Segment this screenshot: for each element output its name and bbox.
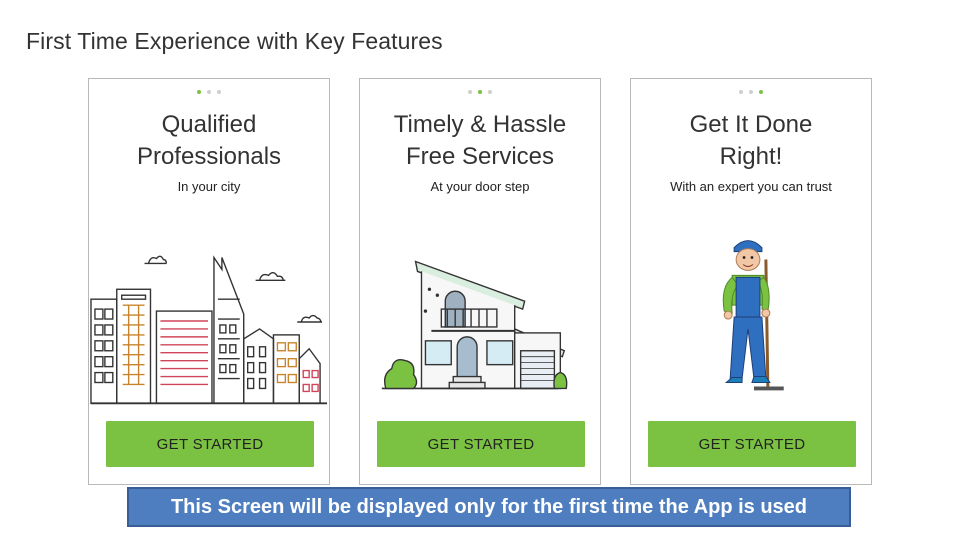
house-illustration [381, 260, 568, 390]
pager-dot[interactable] [468, 90, 472, 94]
pager-dot[interactable] [478, 90, 482, 94]
card-subtitle: In your city [177, 179, 241, 194]
card-title: Qualified Professionals [89, 109, 329, 173]
card-title-line: Right! [719, 143, 783, 170]
feature-card-3: Get It Done Right! With an expert you ca… [630, 78, 872, 485]
pager-dot[interactable] [217, 90, 221, 94]
card-title: Get It Done Right! [631, 109, 871, 173]
pager-dot[interactable] [207, 90, 211, 94]
pager-dot[interactable] [488, 90, 492, 94]
first-time-notice-banner: This Screen will be displayed only for t… [127, 487, 851, 527]
page-title: First Time Experience with Key Features [26, 28, 443, 54]
pager-dot[interactable] [749, 90, 753, 94]
card-title-line: Get It Done [689, 111, 813, 138]
card-title-line: Professionals [136, 143, 282, 170]
pager-dots [360, 90, 600, 94]
card-title: Timely & Hassle Free Services [360, 109, 600, 173]
card-subtitle: With an expert you can trust [670, 179, 832, 194]
get-started-button[interactable]: GET STARTED [648, 421, 856, 467]
pager-dot[interactable] [739, 90, 743, 94]
feature-card-2: Timely & Hassle Free Services At your do… [359, 78, 601, 485]
pager-dot[interactable] [197, 90, 201, 94]
card-title-line: Timely & Hassle [393, 111, 567, 138]
feature-card-1: Qualified Professionals In your city GET… [88, 78, 330, 485]
pager-dots [89, 90, 329, 94]
card-subtitle: At your door step [430, 179, 530, 194]
city-skyline-illustration [90, 255, 328, 405]
get-started-button[interactable]: GET STARTED [106, 421, 314, 467]
card-title-line: Free Services [405, 143, 555, 170]
get-started-button[interactable]: GET STARTED [377, 421, 585, 467]
card-title-line: Qualified [161, 111, 257, 138]
cleaner-worker-illustration [722, 240, 784, 391]
pager-dot[interactable] [759, 90, 763, 94]
pager-dots [631, 90, 871, 94]
